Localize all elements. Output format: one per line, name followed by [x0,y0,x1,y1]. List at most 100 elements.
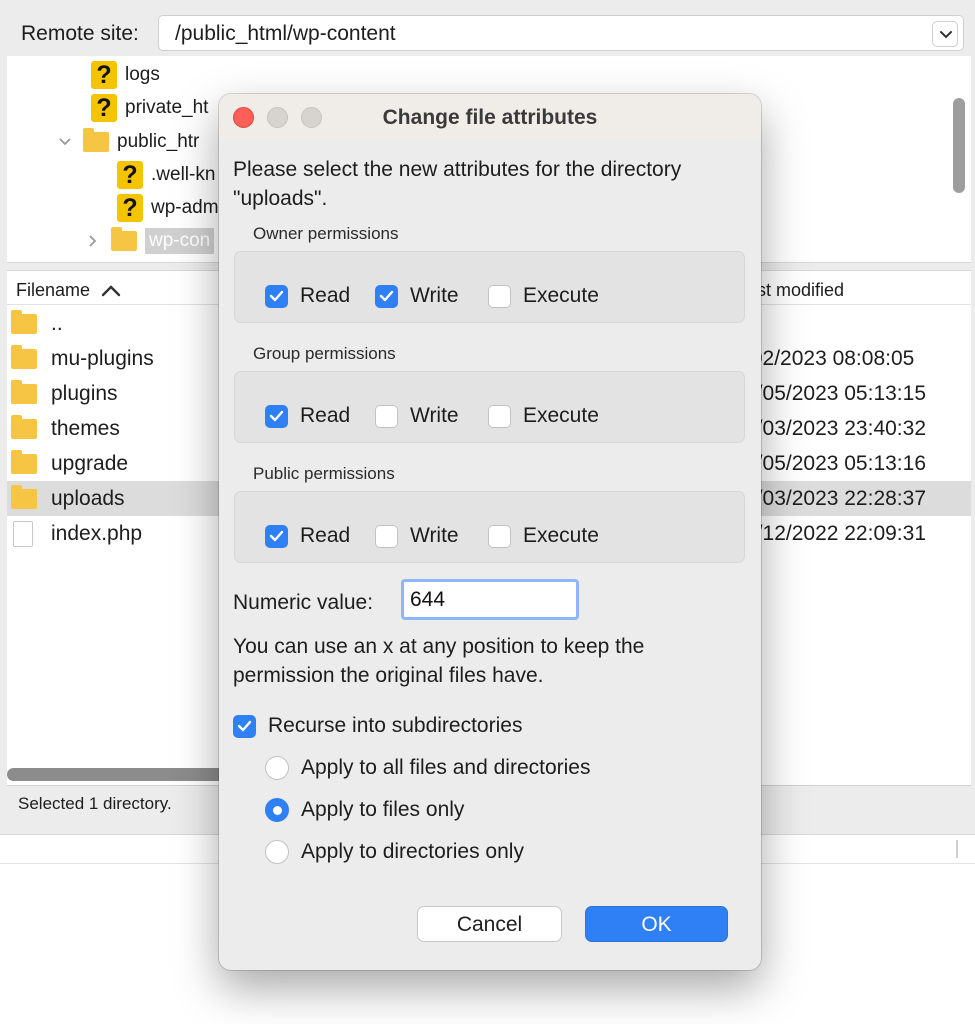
column-header-last-modified[interactable]: ast modified [747,280,844,301]
chevron-down-icon [940,31,952,39]
public-permissions-group: Read Write Execute [234,491,745,563]
file-name: themes [51,416,120,440]
column-header-filename[interactable]: Filename [16,280,122,301]
tree-item-private-html[interactable]: ? private_ht [91,91,208,124]
file-modified-date: 9/03/2023 23:40:32 [745,416,927,440]
tree-item-label: wp-con [145,227,215,254]
dialog-titlebar: Change file attributes [219,94,761,140]
folder-icon [11,309,37,334]
tree-item-well-known[interactable]: ? .well-kn [117,158,215,191]
sort-ascending-icon [101,284,121,296]
file-name: plugins [51,381,118,405]
checkbox-unchecked-icon[interactable] [488,284,511,308]
tree-item-wp-admin[interactable]: ? wp-adm [117,191,219,224]
file-name: uploads [51,486,125,510]
tree-item-label: private_ht [125,96,209,118]
public-read-checkbox[interactable]: Read [265,524,350,548]
group-read-checkbox[interactable]: Read [265,404,350,428]
file-modified-date: /02/2023 08:08:05 [745,346,915,370]
remote-site-combobox[interactable]: /public_html/wp-content [158,15,964,51]
owner-permissions-group: Read Write Execute [234,251,745,323]
file-modified-date: 7/12/2022 22:09:31 [745,521,927,545]
tree-item-label: wp-adm [151,196,219,218]
remote-site-bar: Remote site: /public_html/wp-content [0,0,975,56]
checkbox-label: Write [410,524,459,547]
file-modified-date: 5/05/2023 05:13:15 [745,381,927,405]
checkbox-checked-icon[interactable] [265,524,288,548]
checkbox-label: Execute [523,404,599,427]
tree-scrollbar[interactable] [953,98,965,193]
document-icon [13,520,33,547]
tree-item-wp-content[interactable]: wp-con [83,224,215,257]
group-permissions-group: Read Write Execute [234,371,745,443]
public-write-checkbox[interactable]: Write [375,524,459,548]
radio-label: Apply to all files and directories [301,756,591,779]
numeric-value-input[interactable] [401,579,579,620]
checkbox-checked-icon[interactable] [375,284,398,308]
checkbox-checked-icon[interactable] [265,284,288,308]
radio-unselected-icon[interactable] [265,756,289,780]
tree-item-label: .well-kn [151,163,216,185]
radio-selected-icon[interactable] [265,798,289,822]
ok-button[interactable]: OK [585,906,728,942]
chevron-down-icon[interactable] [55,132,75,152]
dialog-title: Change file attributes [382,106,598,129]
public-permissions-label: Public permissions [253,464,395,483]
folder-icon [11,379,37,404]
checkbox-label: Read [300,524,351,547]
remote-site-dropdown-button[interactable] [932,21,958,47]
dialog-intro-text: Please select the new attributes for the… [233,155,753,213]
group-write-checkbox[interactable]: Write [375,404,459,428]
checkbox-label: Execute [523,524,599,547]
tree-item-label: logs [125,63,160,85]
checkbox-label: Write [410,284,459,307]
checkbox-checked-icon[interactable] [265,404,288,428]
checkbox-label: Write [410,404,459,427]
apply-files-only-radio[interactable]: Apply to files only [265,798,464,822]
folder-icon [11,484,37,509]
file-name: upgrade [51,451,129,475]
owner-execute-checkbox[interactable]: Execute [488,284,599,308]
numeric-value-label: Numeric value: [233,591,374,614]
checkbox-unchecked-icon[interactable] [488,404,511,428]
intro-line: Please select the new attributes for the… [233,158,682,181]
checkbox-unchecked-icon[interactable] [375,524,398,548]
numeric-hint-text: You can use an x at any position to keep… [233,632,753,690]
hint-line: permission the original files have. [233,664,544,687]
group-execute-checkbox[interactable]: Execute [488,404,599,428]
checkbox-unchecked-icon[interactable] [488,524,511,548]
radio-unselected-icon[interactable] [265,840,289,864]
chevron-right-icon[interactable] [83,231,103,251]
file-name: mu-plugins [51,346,154,370]
column-header-label: Filename [16,280,91,300]
checkbox-checked-icon[interactable] [233,714,256,738]
radio-label: Apply to files only [301,798,465,821]
tree-item-logs[interactable]: ? logs [91,58,160,91]
group-permissions-label: Group permissions [253,344,396,363]
apply-all-radio[interactable]: Apply to all files and directories [265,756,590,780]
file-modified-date: 5/05/2023 05:13:16 [745,451,927,475]
folder-icon [83,127,109,152]
remote-site-label: Remote site: [21,22,139,45]
cancel-button[interactable]: Cancel [417,906,562,942]
column-resize-handle[interactable] [956,840,958,858]
recurse-subdirectories-checkbox[interactable]: Recurse into subdirectories [233,714,522,738]
radio-label: Apply to directories only [301,840,524,863]
checkbox-unchecked-icon[interactable] [375,404,398,428]
checkbox-label: Execute [523,284,599,307]
file-list-horizontal-scrollbar[interactable] [7,768,247,781]
folder-icon [11,414,37,439]
intro-line: "uploads". [233,187,328,210]
question-icon: ? [91,60,117,89]
checkbox-label: Read [300,284,351,307]
tree-item-label: public_htr [117,130,200,152]
apply-directories-only-radio[interactable]: Apply to directories only [265,840,524,864]
owner-write-checkbox[interactable]: Write [375,284,459,308]
tree-item-public-html[interactable]: public_htr [55,125,199,158]
folder-icon [11,344,37,369]
public-execute-checkbox[interactable]: Execute [488,524,599,548]
hint-line: You can use an x at any position to keep… [233,635,645,658]
question-icon: ? [91,93,117,122]
remote-site-path[interactable]: /public_html/wp-content [175,22,396,46]
owner-read-checkbox[interactable]: Read [265,284,350,308]
